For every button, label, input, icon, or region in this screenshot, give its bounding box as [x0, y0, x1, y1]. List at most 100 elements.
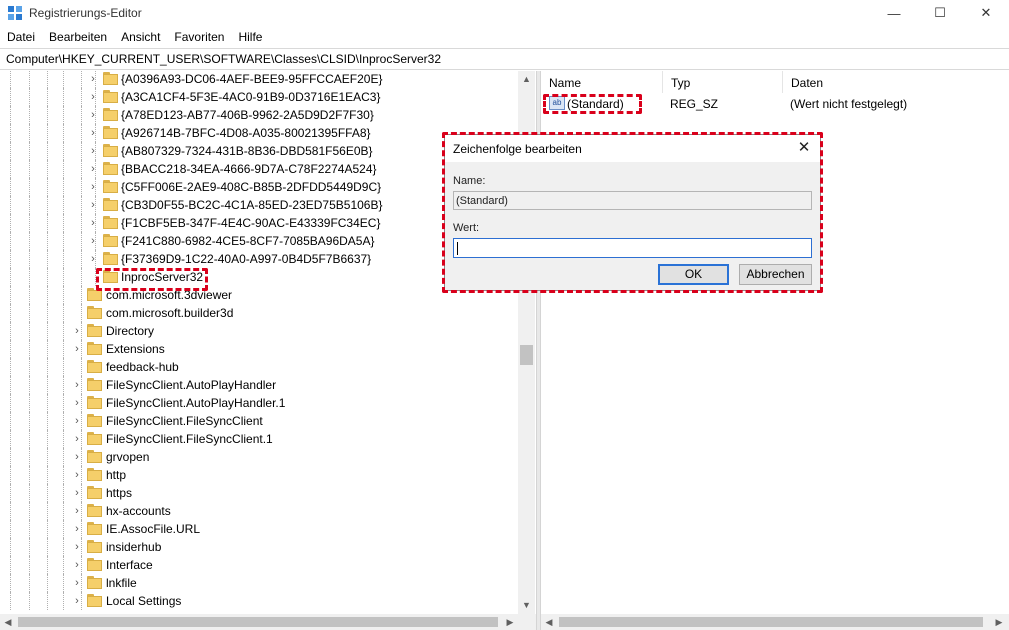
tree-guide-line: [10, 358, 11, 376]
tree-item-class[interactable]: › FileSyncClient.AutoPlayHandler: [0, 376, 518, 394]
tree-guide-line: [29, 520, 30, 538]
tree-guide-line: [29, 286, 30, 304]
tree-guide-line: [10, 71, 11, 88]
folder-icon: [87, 522, 102, 535]
expand-chevron-icon[interactable]: ›: [72, 379, 82, 391]
maximize-button[interactable]: ☐: [917, 0, 963, 26]
tree-horizontal-scrollbar[interactable]: ◀ ▶: [0, 614, 536, 630]
tree-item-label: {A78ED123-AB77-406B-9962-2A5D9D2F7F30}: [121, 108, 374, 122]
column-header-name[interactable]: Name: [541, 71, 663, 93]
tree-item-class[interactable]: com.microsoft.builder3d: [0, 304, 518, 322]
expand-chevron-icon[interactable]: ›: [72, 397, 82, 409]
close-icon: ✕: [980, 5, 992, 20]
expand-chevron-icon[interactable]: ›: [72, 451, 82, 463]
expand-chevron-icon[interactable]: ›: [88, 163, 98, 175]
tree-item-class[interactable]: › FileSyncClient.FileSyncClient.1: [0, 430, 518, 448]
tree-item-class[interactable]: › IE.AssocFile.URL: [0, 520, 518, 538]
tree-item-class[interactable]: › Local Settings: [0, 592, 518, 610]
expand-chevron-icon[interactable]: ›: [88, 253, 98, 265]
tree-guide-line: [29, 376, 30, 394]
menu-favoriten[interactable]: Favoriten: [167, 27, 231, 47]
scroll-right-icon[interactable]: ▶: [991, 614, 1007, 630]
tree-item-class[interactable]: com.microsoft.3dviewer: [0, 286, 518, 304]
minimize-button[interactable]: —: [871, 0, 917, 26]
tree-item-selected[interactable]: InprocServer32: [0, 268, 518, 286]
scroll-left-icon[interactable]: ◀: [0, 614, 16, 630]
expand-chevron-icon[interactable]: ›: [88, 181, 98, 193]
expand-chevron-icon[interactable]: ›: [88, 235, 98, 247]
expand-chevron-icon[interactable]: ›: [88, 109, 98, 121]
expand-chevron-icon[interactable]: ›: [72, 433, 82, 445]
tree-item-class[interactable]: › lnkfile: [0, 574, 518, 592]
column-header-type[interactable]: Typ: [663, 71, 783, 93]
tree-item-clsid[interactable]: › {A926714B-7BFC-4D08-A035-80021395FFA8}: [0, 124, 518, 142]
scroll-left-icon[interactable]: ◀: [541, 614, 557, 630]
tree-guide-line: [63, 376, 64, 394]
tree-item-class[interactable]: › Interface: [0, 556, 518, 574]
tree-item-clsid[interactable]: › {F1CBF5EB-347F-4E4C-90AC-E43339FC34EC}: [0, 214, 518, 232]
expand-chevron-icon[interactable]: ›: [88, 145, 98, 157]
expand-chevron-icon[interactable]: ›: [72, 505, 82, 517]
cancel-button[interactable]: Abbrechen: [739, 264, 812, 285]
tree-item-class[interactable]: › insiderhub: [0, 538, 518, 556]
ok-button[interactable]: OK: [658, 264, 729, 285]
tree-item-label: {F241C880-6982-4CE5-8CF7-7085BA96DA5A}: [121, 234, 375, 248]
scroll-up-icon[interactable]: ▲: [518, 71, 535, 88]
menu-hilfe[interactable]: Hilfe: [231, 27, 269, 47]
tree-item-class[interactable]: › http: [0, 466, 518, 484]
expand-chevron-icon[interactable]: ›: [72, 595, 82, 607]
tree-item-clsid[interactable]: › {F37369D9-1C22-40A0-A997-0B4D5F7B6637}: [0, 250, 518, 268]
tree-item-clsid[interactable]: › {AB807329-7324-431B-8B36-DBD581F56E0B}: [0, 142, 518, 160]
tree-item-clsid[interactable]: › {A0396A93-DC06-4AEF-BEE9-95FFCCAEF20E}: [0, 71, 518, 88]
tree-item-clsid[interactable]: › {CB3D0F55-BC2C-4C1A-85ED-23ED75B5106B}: [0, 196, 518, 214]
tree-guide-line: [47, 106, 48, 124]
tree-guide-line: [10, 196, 11, 214]
dialog-title: Zeichenfolge bearbeiten: [453, 142, 582, 156]
tree-item-class[interactable]: › grvopen: [0, 448, 518, 466]
scroll-right-icon[interactable]: ▶: [502, 614, 518, 630]
tree-item-clsid[interactable]: › {A78ED123-AB77-406B-9962-2A5D9D2F7F30}: [0, 106, 518, 124]
tree-item-class[interactable]: › hx-accounts: [0, 502, 518, 520]
tree-item-clsid[interactable]: › {BBACC218-34EA-4666-9D7A-C78F2274A524}: [0, 160, 518, 178]
expand-chevron-icon[interactable]: ›: [72, 559, 82, 571]
tree-item-label: lnkfile: [106, 576, 137, 590]
column-header-data[interactable]: Daten: [783, 71, 1009, 93]
menu-bearbeiten[interactable]: Bearbeiten: [42, 27, 114, 47]
tree-item-clsid[interactable]: › {F241C880-6982-4CE5-8CF7-7085BA96DA5A}: [0, 232, 518, 250]
scroll-down-icon[interactable]: ▼: [518, 597, 535, 614]
expand-chevron-icon[interactable]: ›: [72, 415, 82, 427]
expand-chevron-icon[interactable]: ›: [72, 541, 82, 553]
expand-chevron-icon[interactable]: ›: [72, 469, 82, 481]
address-bar[interactable]: Computer\HKEY_CURRENT_USER\SOFTWARE\Clas…: [0, 48, 1009, 70]
tree-item-class[interactable]: › FileSyncClient.AutoPlayHandler.1: [0, 394, 518, 412]
tree-item-class[interactable]: › https: [0, 484, 518, 502]
expand-chevron-icon[interactable]: ›: [72, 343, 82, 355]
tree-item-class[interactable]: › FileSyncClient.FileSyncClient: [0, 412, 518, 430]
expand-chevron-icon[interactable]: ›: [72, 325, 82, 337]
dialog-close-button[interactable]: ✕: [793, 138, 815, 158]
scroll-thumb[interactable]: [559, 617, 983, 627]
menu-datei[interactable]: Datei: [0, 27, 42, 47]
scroll-thumb[interactable]: [520, 345, 533, 365]
tree-item-class[interactable]: feedback-hub: [0, 358, 518, 376]
expand-chevron-icon[interactable]: ›: [88, 217, 98, 229]
value-row[interactable]: ab (Standard) REG_SZ (Wert nicht festgel…: [541, 95, 1009, 113]
close-window-button[interactable]: ✕: [963, 0, 1009, 26]
expand-chevron-icon[interactable]: ›: [88, 199, 98, 211]
expand-chevron-icon[interactable]: ›: [72, 523, 82, 535]
folder-icon: [103, 108, 118, 121]
scroll-thumb[interactable]: [18, 617, 498, 627]
expand-chevron-icon[interactable]: ›: [88, 91, 98, 103]
tree-item-clsid[interactable]: › {C5FF006E-2AE9-408C-B85B-2DFDD5449D9C}: [0, 178, 518, 196]
tree-item-clsid[interactable]: › {A3CA1CF4-5F3E-4AC0-91B9-0D3716E1EAC3}: [0, 88, 518, 106]
expand-chevron-icon[interactable]: ›: [88, 73, 98, 85]
tree-guide-line: [29, 142, 30, 160]
values-horizontal-scrollbar[interactable]: ◀ ▶: [541, 614, 1009, 630]
tree-item-class[interactable]: › Extensions: [0, 340, 518, 358]
expand-chevron-icon[interactable]: ›: [72, 487, 82, 499]
value-input[interactable]: [453, 238, 812, 258]
expand-chevron-icon[interactable]: ›: [72, 577, 82, 589]
expand-chevron-icon[interactable]: ›: [88, 127, 98, 139]
tree-item-class[interactable]: › Directory: [0, 322, 518, 340]
menu-ansicht[interactable]: Ansicht: [114, 27, 167, 47]
